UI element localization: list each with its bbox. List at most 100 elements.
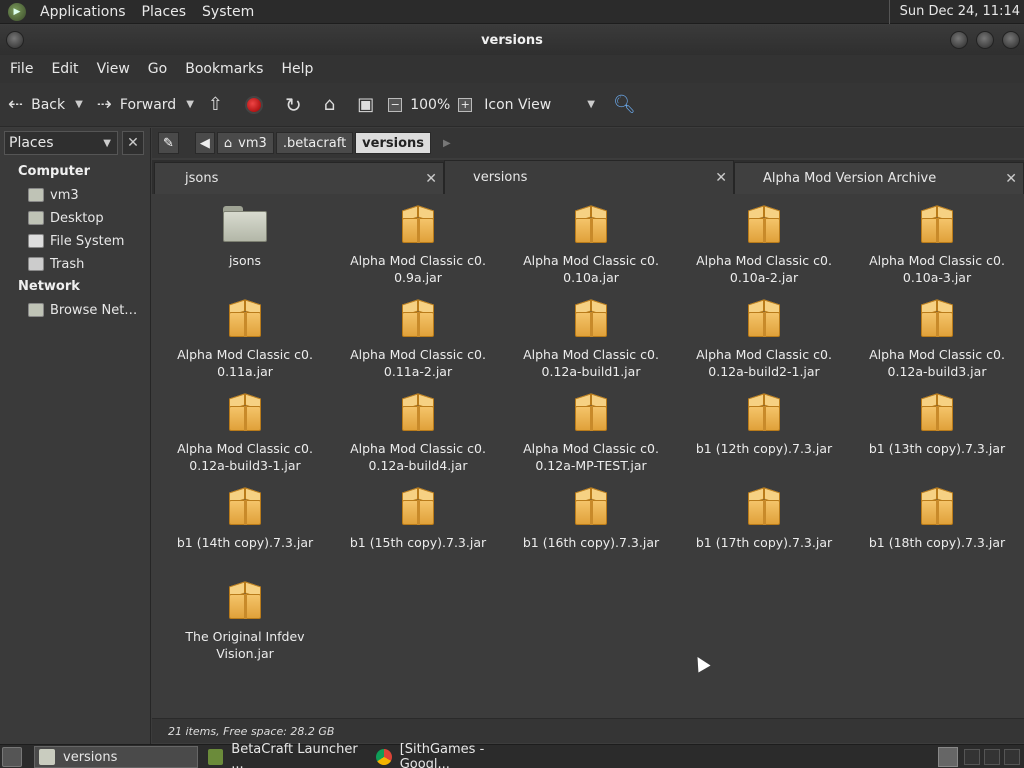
file-item[interactable]: b1 (16th copy).7.3.jar	[516, 487, 666, 551]
file-item[interactable]: Alpha Mod Classic c0. 0.12a-build1.jar	[516, 299, 666, 380]
sidebar-section-network: Network	[18, 279, 80, 294]
view-mode-select[interactable]: Icon View	[484, 89, 551, 121]
breadcrumb-betacraft[interactable]: .betacraft	[275, 132, 354, 154]
zoom-out-icon[interactable]: −	[388, 97, 403, 112]
file-item[interactable]: Alpha Mod Classic c0. 0.10a.jar	[516, 205, 666, 286]
breadcrumb-scroll-left-button[interactable]: ◀	[194, 132, 215, 154]
reload-icon[interactable]: ↻	[285, 93, 302, 117]
jar-archive-icon	[574, 393, 608, 432]
file-item[interactable]: Alpha Mod Classic c0. 0.11a-2.jar	[343, 299, 493, 380]
jar-archive-icon	[574, 299, 608, 338]
file-name-line: 0.10a-3.jar	[902, 270, 972, 285]
file-item[interactable]: b1 (18th copy).7.3.jar	[862, 487, 1012, 551]
sidebar-close-icon[interactable]: ✕	[122, 131, 144, 155]
main-menu-logo-icon[interactable]: ▶	[8, 2, 26, 21]
zoom-in-icon[interactable]: +	[458, 97, 473, 112]
menu-bookmarks[interactable]: Bookmarks	[177, 61, 271, 77]
file-name-line: Alpha Mod Classic c0.	[869, 347, 1005, 362]
sidebar-item-label: Trash	[50, 256, 85, 272]
computer-icon[interactable]: ▣	[357, 94, 374, 115]
file-item[interactable]: Alpha Mod Classic c0. 0.12a-MP-TEST.jar	[516, 393, 666, 474]
file-item[interactable]: b1 (14th copy).7.3.jar	[170, 487, 320, 551]
breadcrumb-vm3[interactable]: ⌂ vm3	[216, 132, 274, 154]
sidebar-item-vm3[interactable]: vm3	[28, 185, 79, 205]
tab-versions[interactable]: versions ✕	[444, 160, 734, 194]
search-icon[interactable]: 🔍︎	[613, 94, 636, 115]
sidebar-item-desktop[interactable]: Desktop	[28, 208, 104, 228]
taskbar-item-versions[interactable]: versions	[34, 746, 198, 768]
up-arrow-icon[interactable]: ⇧	[208, 94, 223, 115]
chevron-left-icon: ◀	[199, 135, 210, 151]
breadcrumb-versions[interactable]: versions	[355, 132, 431, 154]
forward-history-dropdown-icon[interactable]: ▼	[186, 99, 194, 110]
tab-alpha-mod-version-archive[interactable]: Alpha Mod Version Archive ✕	[734, 162, 1024, 194]
zoom-level[interactable]: 100%	[410, 89, 450, 121]
file-item[interactable]: b1 (12th copy).7.3.jar	[689, 393, 839, 457]
panel-menu-system[interactable]: System	[194, 4, 262, 20]
file-item[interactable]: Alpha Mod Classic c0. 0.12a-build3-1.jar	[170, 393, 320, 474]
sidebar-item-file-system[interactable]: File System	[28, 231, 124, 251]
forward-button[interactable]: ⇢ Forward	[97, 89, 176, 121]
file-name-line: b1 (12th copy).7.3.jar	[695, 441, 833, 456]
window-title: versions	[481, 32, 543, 48]
menu-edit[interactable]: Edit	[43, 61, 86, 77]
file-item[interactable]: Alpha Mod Classic c0. 0.12a-build2-1.jar	[689, 299, 839, 380]
panel-menu-places[interactable]: Places	[134, 4, 195, 20]
breadcrumb-scroll-right-icon[interactable]: ▶	[443, 138, 451, 149]
forward-arrow-icon: ⇢	[96, 94, 112, 115]
file-item[interactable]: b1 (15th copy).7.3.jar	[343, 487, 493, 551]
close-button[interactable]	[1002, 31, 1020, 49]
workspace-2-button[interactable]	[964, 749, 980, 765]
workspace-1-button[interactable]	[938, 747, 958, 767]
sidebar-item-label: vm3	[50, 187, 79, 203]
back-button[interactable]: ⇠ Back	[8, 89, 65, 121]
close-icon[interactable]: ✕	[1005, 171, 1017, 187]
file-name-line: 0.10a.jar	[563, 270, 619, 285]
file-item[interactable]: Alpha Mod Classic c0. 0.12a-build4.jar	[343, 393, 493, 474]
jar-archive-icon	[747, 487, 781, 526]
menu-file[interactable]: File	[2, 61, 41, 77]
menu-go[interactable]: Go	[140, 61, 175, 77]
minimize-button[interactable]	[950, 31, 968, 49]
maximize-button[interactable]	[976, 31, 994, 49]
toggle-location-entry-button[interactable]: ✎	[158, 132, 179, 154]
file-item[interactable]: Alpha Mod Classic c0. 0.10a-2.jar	[689, 205, 839, 286]
file-item[interactable]: The Original Infdev Vision.jar	[170, 581, 320, 662]
window-menu-icon[interactable]	[6, 31, 24, 49]
file-name-line: Alpha Mod Classic c0.	[696, 253, 832, 268]
sidebar-item-trash[interactable]: Trash	[28, 254, 84, 274]
folder-item[interactable]: jsons	[170, 206, 320, 269]
file-item[interactable]: Alpha Mod Classic c0. 0.9a.jar	[343, 205, 493, 286]
menu-view[interactable]: View	[89, 61, 138, 77]
status-bar: 21 items, Free space: 28.2 GB	[152, 718, 1024, 743]
file-icon-view[interactable]: jsons Alpha Mod Classic c0. 0.9a.jar Alpha …	[155, 194, 1024, 716]
taskbar-label: BetaCraft Launcher ...	[231, 742, 358, 768]
close-icon[interactable]: ✕	[715, 170, 727, 186]
show-desktop-button[interactable]	[2, 747, 22, 767]
tab-label: versions	[473, 170, 528, 185]
back-history-dropdown-icon[interactable]: ▼	[75, 99, 83, 110]
file-item[interactable]: Alpha Mod Classic c0. 0.11a.jar	[170, 299, 320, 380]
file-item[interactable]: b1 (13th copy).7.3.jar	[862, 393, 1012, 457]
clock[interactable]: Sun Dec 24, 11:14	[888, 0, 1020, 24]
workspace-3-button[interactable]	[984, 749, 1000, 765]
sidebar-item-browse-network[interactable]: Browse Net…	[28, 300, 137, 320]
tab-jsons[interactable]: jsons ✕	[154, 162, 444, 194]
home-icon[interactable]: ⌂	[324, 94, 335, 115]
stop-icon[interactable]	[245, 95, 263, 114]
panel-menu-applications[interactable]: Applications	[32, 4, 134, 20]
workspace-4-button[interactable]	[1004, 749, 1020, 765]
close-icon[interactable]: ✕	[425, 171, 437, 187]
file-item[interactable]: b1 (17th copy).7.3.jar	[689, 487, 839, 551]
file-name-line: jsons	[228, 253, 262, 268]
sidebar-type-select[interactable]: Places ▼	[4, 131, 118, 155]
file-item[interactable]: Alpha Mod Classic c0. 0.10a-3.jar	[862, 205, 1012, 286]
file-item[interactable]: Alpha Mod Classic c0. 0.12a-build3.jar	[862, 299, 1012, 380]
tab-label: Alpha Mod Version Archive	[763, 171, 937, 186]
taskbar-label: [SithGames - Googl...	[399, 742, 485, 768]
view-mode-dropdown-icon[interactable]: ▼	[587, 99, 595, 110]
menu-help[interactable]: Help	[273, 61, 321, 77]
taskbar-item-betacraft[interactable]: BetaCraft Launcher ...	[204, 742, 368, 768]
window-titlebar[interactable]: versions	[0, 25, 1024, 55]
taskbar-item-chrome[interactable]: [SithGames - Googl...	[372, 742, 536, 768]
